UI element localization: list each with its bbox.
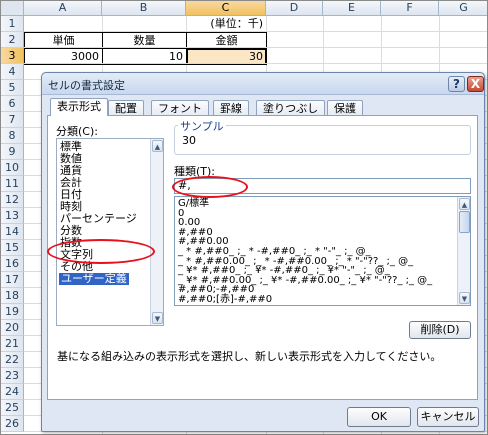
row-header-16[interactable]: 16	[1, 256, 24, 272]
row-header-7[interactable]: 7	[1, 112, 24, 128]
row-header-15[interactable]: 15	[1, 240, 24, 256]
row-header-17[interactable]: 17	[1, 272, 24, 288]
format-list[interactable]: G/標準 0 0.00 #,##0 #,##0.00 _ * #,##0_ ;_ * -#…	[174, 196, 471, 306]
column-header-g[interactable]: G	[439, 1, 487, 16]
format-scrollbar[interactable]: ▲ ▼	[457, 197, 470, 305]
row-header-6[interactable]: 6	[1, 96, 24, 112]
description-text: 基になる組み込みの表示形式を選択し、新しい表示形式を入力してください。	[57, 350, 442, 363]
row-header-20[interactable]: 20	[1, 320, 24, 336]
row-header-24[interactable]: 24	[1, 384, 24, 400]
tab-alignment[interactable]: 配置	[108, 100, 144, 116]
row-header-1[interactable]: 1	[1, 16, 24, 32]
row-header-5[interactable]: 5	[1, 80, 24, 96]
scroll-up-arrow-icon[interactable]: ▲	[152, 140, 163, 152]
row-header-12[interactable]: 12	[1, 192, 24, 208]
row-header-3[interactable]: 3	[1, 48, 24, 64]
row-header-10[interactable]: 10	[1, 160, 24, 176]
column-header-b[interactable]: B	[102, 1, 186, 16]
cancel-button[interactable]: キャンセル	[417, 407, 479, 427]
column-header-e[interactable]: E	[323, 1, 381, 16]
help-button[interactable]: ?	[448, 76, 465, 92]
category-item[interactable]: ユーザー定義	[59, 273, 129, 285]
row-header-19[interactable]: 19	[1, 304, 24, 320]
tab-number-format[interactable]: 表示形式	[50, 98, 108, 116]
category-list[interactable]: 標準 数値 通貨 会計 日付 時刻 パーセンテージ 分数 指数 文字列 その他 ユーザー定義 ▲ ▼	[56, 138, 164, 326]
row-header-13[interactable]: 13	[1, 208, 24, 224]
sample-label: サンプル	[178, 118, 226, 134]
column-header-c[interactable]: C	[186, 1, 266, 16]
highlight-ring-type-input	[172, 176, 248, 198]
row-header-9[interactable]: 9	[1, 144, 24, 160]
dialog-titlebar[interactable]: セルの書式設定 ? X	[42, 73, 484, 95]
row-header-8[interactable]: 8	[1, 128, 24, 144]
row-header-21[interactable]: 21	[1, 336, 24, 352]
row-header-22[interactable]: 22	[1, 352, 24, 368]
scroll-down-arrow-icon[interactable]: ▼	[152, 312, 163, 324]
tab-border[interactable]: 罫線	[213, 100, 249, 116]
scroll-thumb[interactable]	[459, 211, 470, 233]
sample-value: 30	[182, 134, 196, 147]
tab-font[interactable]: フォント	[151, 100, 209, 116]
category-scrollbar[interactable]: ▲ ▼	[150, 139, 163, 325]
column-header-a[interactable]: A	[24, 1, 102, 16]
category-label: 分類(C):	[56, 125, 98, 138]
close-button[interactable]: X	[467, 76, 484, 92]
row-header-26[interactable]: 26	[1, 416, 24, 432]
tab-fill[interactable]: 塗りつぶし	[256, 100, 326, 116]
select-all-corner[interactable]	[1, 1, 24, 16]
scroll-up-arrow-icon[interactable]: ▲	[459, 198, 470, 210]
column-header-d[interactable]: D	[266, 1, 323, 16]
row-header-11[interactable]: 11	[1, 176, 24, 192]
row-header-25[interactable]: 25	[1, 400, 24, 416]
delete-button[interactable]: 削除(D)	[409, 321, 471, 339]
scroll-down-arrow-icon[interactable]: ▼	[459, 292, 470, 304]
highlight-ring-custom-category	[47, 239, 155, 264]
unit-label-cell[interactable]: (単位：千)	[186, 16, 266, 32]
column-header-f[interactable]: F	[381, 1, 439, 16]
ok-button[interactable]: OK	[347, 407, 411, 427]
tab-protection[interactable]: 保護	[327, 100, 363, 116]
row-header-14[interactable]: 14	[1, 224, 24, 240]
row-header-18[interactable]: 18	[1, 288, 24, 304]
format-item[interactable]: #,##0;[赤]-#,##0	[178, 294, 272, 305]
row-header-4[interactable]: 4	[1, 64, 24, 80]
row-header-2[interactable]: 2	[1, 32, 24, 48]
row-header-23[interactable]: 23	[1, 368, 24, 384]
dialog-title: セルの書式設定	[48, 79, 125, 92]
